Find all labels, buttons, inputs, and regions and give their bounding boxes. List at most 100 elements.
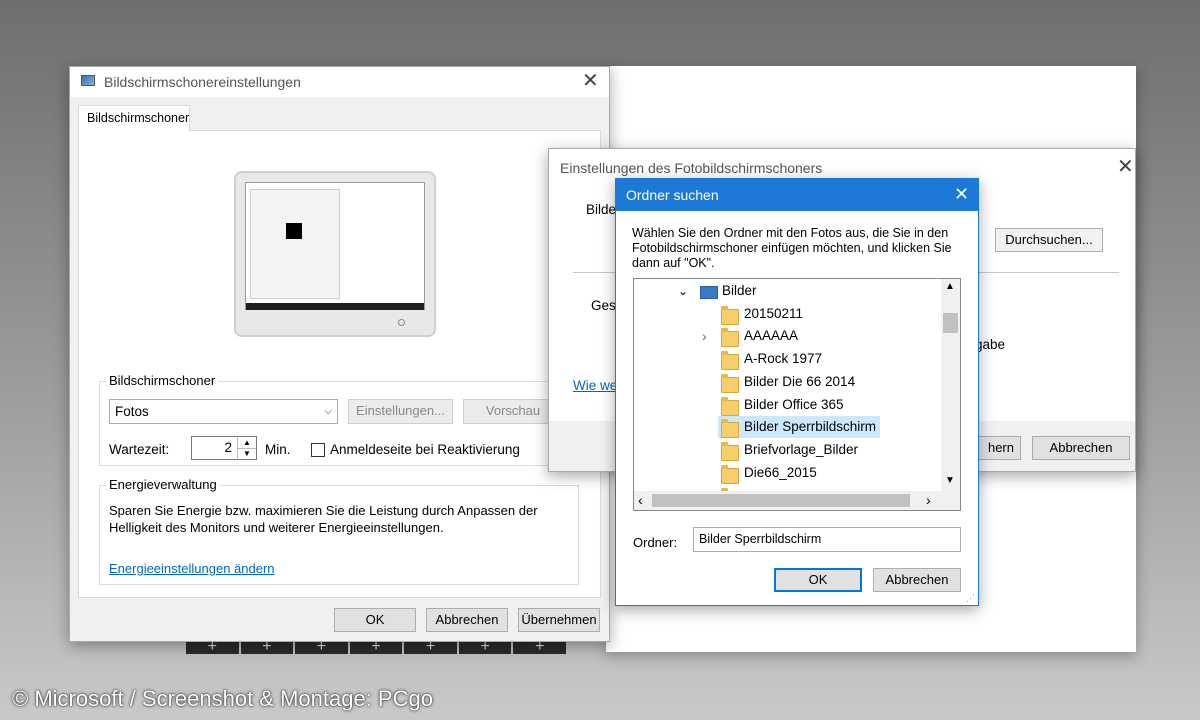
tree-scroll-content: ⌄ Bilder 20150211 › AAAAAA A-Rock 1977 B… xyxy=(634,279,941,491)
chevron-down-icon: ⌵ xyxy=(324,406,332,417)
folder-icon xyxy=(721,419,739,438)
tree-root-label: Bilder xyxy=(722,283,757,298)
preview-content xyxy=(250,189,340,299)
tree-item-label: Bilder Office 365 xyxy=(744,397,844,412)
scroll-left-icon[interactable]: ‹ xyxy=(638,492,643,508)
logon-checkbox-label[interactable]: Anmeldeseite bei Reaktivierung xyxy=(330,442,520,457)
folder-close-icon[interactable]: ✕ xyxy=(954,184,969,205)
taskbar-strip: + + + + + + + xyxy=(186,639,567,655)
wait-label: Wartezeit: xyxy=(109,442,170,457)
chevron-right-icon[interactable]: › xyxy=(702,325,707,347)
taskbar-tile: + xyxy=(295,639,348,655)
monitor-icon xyxy=(81,75,95,86)
tree-item[interactable]: 20150211 xyxy=(634,303,934,325)
taskbar-tile: + xyxy=(186,639,239,655)
scroll-right-icon[interactable]: › xyxy=(926,492,931,508)
taskbar-tile: + xyxy=(349,639,403,655)
folder-ok-button[interactable]: OK xyxy=(774,568,862,592)
folder-browse-dialog: Ordner suchen ✕ Wählen Sie den Ordner mi… xyxy=(615,178,979,606)
tree-item-label: Briefvorlage_Bilder xyxy=(744,442,859,457)
tree-item[interactable]: › AAAAAA xyxy=(634,325,934,347)
tree-item-label: AAAAAA xyxy=(744,328,799,343)
dialog-title: Bildschirmschonereinstellungen xyxy=(104,74,301,90)
cancel-button[interactable]: Abbrechen xyxy=(426,608,508,632)
preview-black-box xyxy=(286,223,302,239)
wait-unit: Min. xyxy=(265,442,291,457)
photo-dialog-title: Einstellungen des Fotobildschirmschoners xyxy=(560,160,823,176)
wait-stepper[interactable]: 2 ▲ ▼ xyxy=(191,436,257,460)
energy-description-2: Helligkeit des Monitors und weiterer Ene… xyxy=(109,520,444,535)
folder-tree[interactable]: ⌄ Bilder 20150211 › AAAAAA A-Rock 1977 B… xyxy=(633,278,961,511)
title-bar: Bildschirmschonereinstellungen ✕ xyxy=(70,67,609,97)
folder-input[interactable]: Bilder Sperrbildschirm xyxy=(693,527,961,552)
folder-instruction-1: Wählen Sie den Ordner mit den Fotos aus,… xyxy=(632,226,949,240)
folder-title-bar: Ordner suchen ✕ xyxy=(616,179,978,211)
spin-down-icon[interactable]: ▼ xyxy=(237,448,256,459)
tree-item-label: Bilder Die 66 2014 xyxy=(744,374,856,389)
tree-item-label: Bilder Sperrbildschirm xyxy=(744,419,877,434)
tree-expand-chevron-icon[interactable]: ⌄ xyxy=(678,280,688,302)
taskbar-tile: + xyxy=(513,639,567,655)
close-icon[interactable]: ✕ xyxy=(582,71,599,91)
folder-label: Ordner: xyxy=(633,535,678,550)
scroll-thumb[interactable] xyxy=(943,313,958,333)
tab-bildschirmschoner[interactable]: Bildschirmschoner xyxy=(78,105,190,131)
copyright-caption: © Microsoft / Screenshot & Montage: PCgo xyxy=(12,686,433,711)
screensaver-dropdown[interactable]: Fotos ⌵ xyxy=(109,399,338,424)
folder-icon xyxy=(721,351,739,370)
dropdown-value: Fotos xyxy=(115,404,149,419)
tree-item[interactable]: Bilder Die 66 2014 xyxy=(634,371,934,393)
settings-button[interactable]: Einstellungen... xyxy=(348,399,453,424)
tree-item-label: Die66_2015 xyxy=(744,465,817,480)
folder-dialog-title: Ordner suchen xyxy=(626,187,719,203)
scroll-thumb-horizontal[interactable] xyxy=(652,494,910,507)
pictures-library-icon xyxy=(700,286,718,299)
group-label: Bildschirmschoner xyxy=(106,373,219,388)
folder-icon xyxy=(721,374,739,393)
preview-taskbar xyxy=(246,303,424,310)
tree-item-label: A-Rock 1977 xyxy=(744,351,823,366)
tree-item[interactable]: Die66_2015 xyxy=(634,462,934,484)
scrollbar-corner xyxy=(941,491,960,510)
folder-cancel-button[interactable]: Abbrechen xyxy=(873,568,961,592)
vertical-scrollbar[interactable]: ▲ ▼ xyxy=(941,279,960,491)
photo-help-link[interactable]: Wie we xyxy=(573,378,617,393)
energy-description-1: Sparen Sie Energie bzw. maximieren Sie d… xyxy=(109,503,538,518)
scroll-up-icon[interactable]: ▲ xyxy=(945,281,955,292)
photo-label-partial-3: gabe xyxy=(975,337,1006,352)
tree-root-bilder[interactable]: ⌄ Bilder xyxy=(634,280,934,302)
photo-label-partial-2: Ges xyxy=(591,298,616,313)
browse-button[interactable]: Durchsuchen... xyxy=(995,228,1103,252)
tree-item-label: 20150211 xyxy=(744,306,804,321)
folder-icon xyxy=(721,465,739,484)
tree-item[interactable]: Bilder Office 365 xyxy=(634,394,934,416)
monitor-screen xyxy=(245,182,425,310)
wait-value: 2 xyxy=(224,440,232,455)
energy-group-label: Energieverwaltung xyxy=(106,477,220,492)
photo-close-icon[interactable]: ✕ xyxy=(1117,157,1134,177)
resize-grip-icon[interactable]: ⋰ xyxy=(966,593,975,604)
tree-item[interactable]: Briefvorlage_Bilder xyxy=(634,439,934,461)
taskbar-tile: + xyxy=(404,639,457,655)
energy-settings-link[interactable]: Energieeinstellungen ändern xyxy=(109,561,275,576)
logon-checkbox[interactable] xyxy=(311,443,325,457)
taskbar-tile: + xyxy=(240,639,294,655)
tab-label: Bildschirmschoner xyxy=(87,111,190,125)
ok-button[interactable]: OK xyxy=(334,608,416,632)
screensaver-settings-dialog: Bildschirmschonereinstellungen ✕ Bildsch… xyxy=(69,66,610,642)
folder-icon xyxy=(721,397,739,416)
tree-item[interactable]: A-Rock 1977 xyxy=(634,348,934,370)
folder-instruction-2: Fotobildschirmschoner einfügen möchten, … xyxy=(632,241,952,255)
tab-panel: Bildschirmschoner Fotos ⌵ Einstellungen.… xyxy=(78,130,601,598)
taskbar-tile: + xyxy=(458,639,512,655)
scroll-down-icon[interactable]: ▼ xyxy=(945,475,955,486)
tree-item-selected[interactable]: Bilder Sperrbildschirm xyxy=(634,416,934,438)
horizontal-scrollbar[interactable]: ‹ › xyxy=(634,491,941,510)
folder-instruction-3: dann auf "OK". xyxy=(632,256,715,270)
folder-input-value: Bilder Sperrbildschirm xyxy=(699,532,822,546)
monitor-preview xyxy=(234,171,436,337)
photo-cancel-button[interactable]: Abbrechen xyxy=(1032,436,1130,460)
apply-button[interactable]: Übernehmen xyxy=(518,608,600,632)
folder-icon xyxy=(721,442,739,461)
monitor-power-icon xyxy=(398,319,405,326)
